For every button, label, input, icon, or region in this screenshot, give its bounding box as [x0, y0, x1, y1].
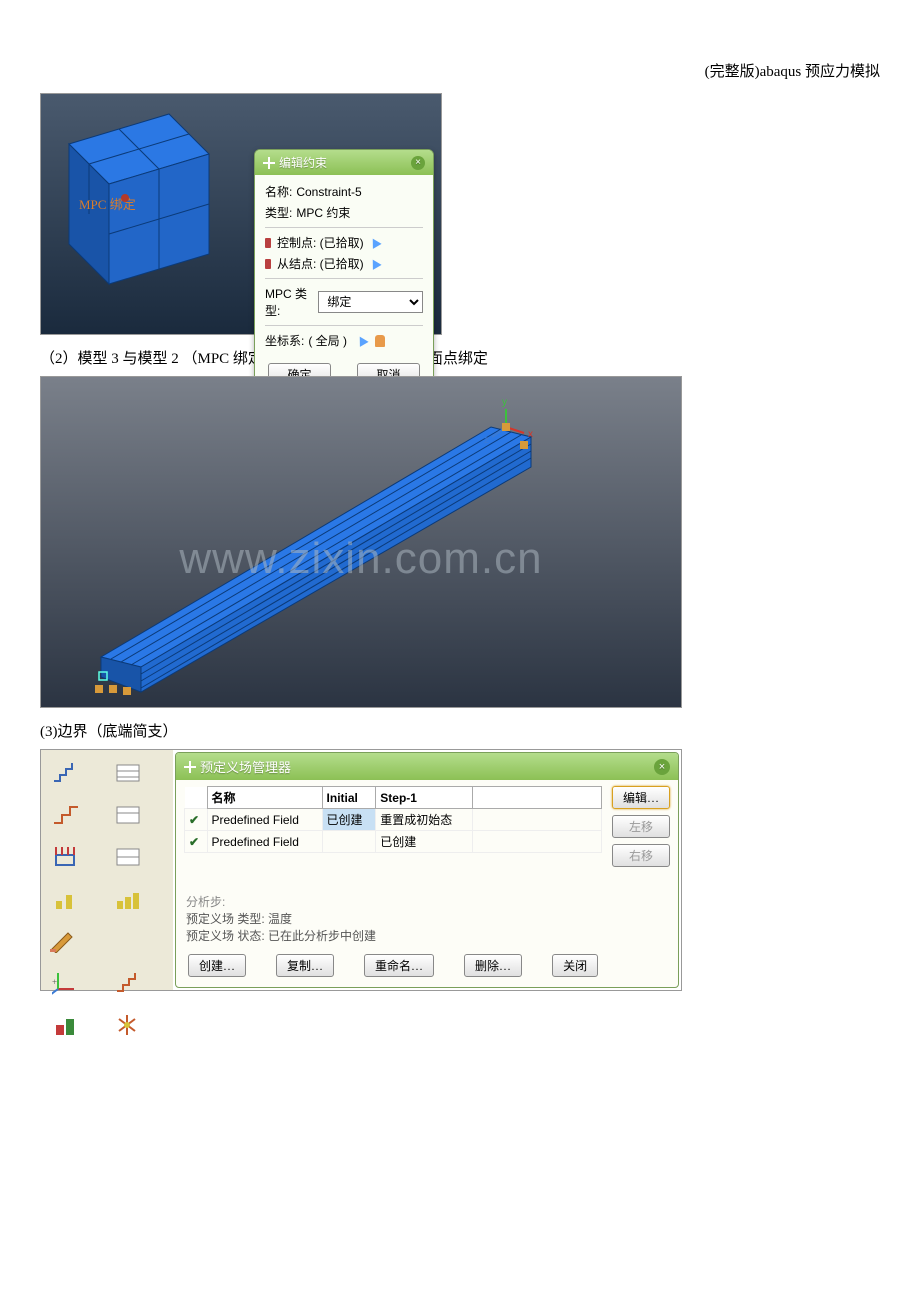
viewport-beam: x y z www.zixin.com.cn — [40, 376, 682, 708]
manager-icon — [184, 761, 196, 773]
copy-button[interactable]: 复制… — [276, 954, 334, 977]
mpc-type-label: MPC 类型: — [265, 285, 314, 319]
check-icon: ✔ — [185, 831, 208, 853]
field-type-label: 预定义场 类型: — [186, 912, 265, 926]
caption-2: （2）模型 3 与模型 2 （MPC 绑定）线的端点与模型 3 的外面点绑定 — [40, 347, 880, 368]
field-type-value: 温度 — [268, 912, 292, 926]
dialog-icon — [263, 157, 275, 169]
row-step1: 已创建 — [376, 831, 473, 853]
delete-button[interactable]: 删除… — [464, 954, 522, 977]
csys-value: ( 全局 ) — [308, 332, 347, 349]
person-icon[interactable] — [375, 335, 385, 347]
move-left-button: 左移 — [612, 815, 670, 838]
manager-footer: 创建… 复制… 重命名… 删除… 关闭 — [176, 948, 678, 987]
svg-text:z: z — [484, 435, 489, 446]
slave-point-label: 从结点: (已拾取) — [277, 255, 364, 272]
svg-text:+: + — [52, 977, 57, 987]
manager-title-text: 预定义场管理器 — [200, 757, 291, 776]
dialog-title-text: 编辑约束 — [279, 154, 327, 171]
csys-row: 坐标系: ( 全局 ) — [265, 330, 423, 351]
csys-icon[interactable]: + — [47, 966, 85, 1000]
manager-table[interactable]: 名称 Initial Step-1 ✔ Predefined Field 已创建… — [184, 786, 602, 887]
pick-icon[interactable] — [355, 334, 368, 347]
row-step1: 重置成初始态 — [376, 809, 473, 831]
control-point-label: 控制点: (已拾取) — [277, 234, 364, 251]
mpc-type-row: MPC 类型: 绑定 — [265, 283, 423, 321]
load-manager-icon[interactable] — [110, 798, 148, 832]
manager-titlebar: 预定义场管理器 × — [176, 753, 678, 780]
field-state-value: 已在此分析步中创建 — [268, 929, 376, 943]
row-name: Predefined Field — [207, 831, 322, 853]
manager-side-buttons: 编辑… 左移 右移 — [612, 786, 670, 887]
name-label: 名称: — [265, 183, 292, 200]
predefined-field-section: + 预定义场管理器 × 名称 — [40, 749, 682, 991]
bc-manager-icon[interactable] — [110, 756, 148, 790]
pick-icon[interactable] — [368, 257, 381, 270]
predef-field-icon[interactable] — [47, 1008, 85, 1042]
field-state-label: 预定义场 状态: — [186, 929, 265, 943]
close-icon[interactable]: × — [411, 156, 425, 170]
edit-icon[interactable] — [47, 924, 85, 958]
mesh-icon[interactable] — [110, 1008, 148, 1042]
field-name: 名称: Constraint-5 — [265, 181, 423, 202]
slave-point-row: 从结点: (已拾取) — [265, 253, 423, 274]
caption-3: (3)边界（底端简支） — [40, 720, 880, 741]
module-toolbar: + — [41, 750, 173, 990]
col-step1[interactable]: Step-1 — [376, 787, 473, 809]
viewport-constraint: MPC 绑定 编辑约束 × 名称: Constraint-5 类型: MPC 约… — [40, 93, 442, 335]
move-right-button: 右移 — [612, 844, 670, 867]
amplitude-mgr-icon[interactable] — [110, 882, 148, 916]
control-point-row: 控制点: (已拾取) — [265, 232, 423, 253]
col-name[interactable]: 名称 — [207, 787, 322, 809]
table-row[interactable]: ✔ Predefined Field 已创建 — [185, 831, 602, 853]
col-initial[interactable]: Initial — [322, 787, 376, 809]
row-initial — [322, 831, 376, 853]
pick-icon[interactable] — [368, 236, 381, 249]
rename-button[interactable]: 重命名… — [364, 954, 434, 977]
name-value: Constraint-5 — [296, 185, 361, 199]
svg-text:x: x — [528, 429, 533, 440]
create-button[interactable]: 创建… — [188, 954, 246, 977]
mpc-type-select[interactable]: 绑定 — [318, 291, 423, 313]
check-icon: ✔ — [185, 809, 208, 831]
dialog-titlebar: 编辑约束 × — [255, 150, 433, 175]
close-icon[interactable]: × — [654, 759, 670, 775]
field-type: 类型: MPC 约束 — [265, 202, 423, 223]
table-row[interactable]: ✔ Predefined Field 已创建 重置成初始态 — [185, 809, 602, 831]
analysis-step-label: 分析步: — [186, 895, 225, 909]
page-header: (完整版)abaqus 预应力模拟 — [40, 60, 880, 81]
row-name: Predefined Field — [207, 809, 322, 831]
marker-icon — [265, 238, 271, 248]
mpc-point-marker — [121, 194, 129, 202]
dialog-body: 名称: Constraint-5 类型: MPC 约束 控制点: (已拾取) 从… — [255, 175, 433, 357]
type-label: 类型: — [265, 204, 292, 221]
csys-label: 坐标系: — [265, 332, 304, 349]
field-manager-icon[interactable] — [110, 840, 148, 874]
edit-button[interactable]: 编辑… — [612, 786, 670, 809]
amplitude-icon[interactable] — [47, 882, 85, 916]
edit-constraint-dialog: 编辑约束 × 名称: Constraint-5 类型: MPC 约束 控制点: … — [254, 149, 434, 395]
marker-icon — [265, 259, 271, 269]
load-create-icon[interactable] — [47, 798, 85, 832]
type-value: MPC 约束 — [296, 204, 350, 221]
step-icon[interactable] — [110, 966, 148, 1000]
manager-info: 分析步: 预定义场 类型: 温度 预定义场 状态: 已在此分析步中创建 — [176, 893, 678, 948]
beam-model: x y z — [41, 377, 681, 707]
field-create-icon[interactable] — [47, 840, 85, 874]
bc-create-icon[interactable] — [47, 756, 85, 790]
manager-panel: 预定义场管理器 × 名称 Initial Step-1 — [173, 750, 681, 990]
close-button[interactable]: 关闭 — [552, 954, 598, 977]
svg-text:y: y — [502, 397, 507, 408]
row-initial: 已创建 — [322, 809, 376, 831]
